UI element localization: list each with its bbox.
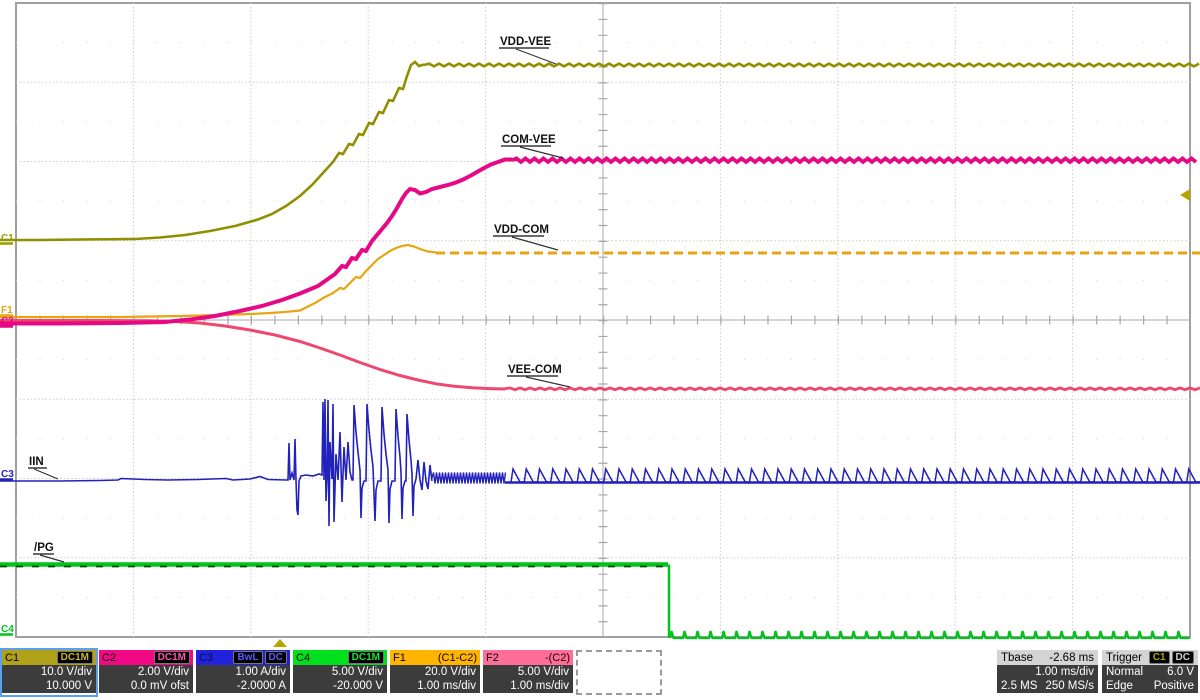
function-f1-id: F1 (393, 652, 406, 664)
svg-text:IIN: IIN (29, 456, 44, 468)
function-f2-expression: -(C2) (545, 652, 570, 664)
channel-box-c3[interactable]: C3 BwL DC 1.00 A/div -2.0000 A (196, 650, 290, 695)
function-box-f1[interactable]: F1 (C1-C2) 20.0 V/div 1.00 ms/div (390, 650, 480, 695)
timebase-rate: 250 MS/s (1045, 679, 1094, 693)
channel-c3-offset: -2.0000 A (200, 679, 286, 693)
function-f2-scale: 5.00 V/div (487, 665, 569, 679)
channel-c3-scale: 1.00 A/div (200, 665, 286, 679)
trigger-kind: Edge (1106, 679, 1133, 693)
channel-c1-coupling-badge: DC1M (57, 651, 93, 664)
channel-box-c2[interactable]: C2 DC1M 2.00 V/div 0.0 mV ofst (99, 650, 193, 695)
timebase-samples: 2.5 MS (1001, 679, 1037, 693)
channel-box-c1[interactable]: C1 DC1M 10.0 V/div 10.000 V (2, 650, 96, 695)
function-f1-timebase: 1.00 ms/div (394, 679, 476, 693)
oscilloscope-screen: VDD-VEE COM-VEE VDD-COM VEE-COM IIN /PG (0, 0, 1200, 700)
waveform-display: VDD-VEE COM-VEE VDD-COM VEE-COM IIN /PG (0, 0, 1200, 648)
edge-marker-c4[interactable]: C4 (0, 624, 14, 635)
channel-c2-scale: 2.00 V/div (103, 665, 189, 679)
timebase-delay: -2.68 ms (1049, 652, 1094, 664)
trigger-level: 6.0 V (1167, 665, 1194, 679)
trigger-mode: Normal (1106, 665, 1143, 679)
channel-c3-dc-badge: DC (265, 651, 287, 664)
channel-c4-scale: 5.00 V/div (297, 665, 383, 679)
trigger-slope: Positive (1154, 679, 1194, 693)
svg-text:VDD-COM: VDD-COM (494, 224, 549, 236)
trigger-source-badge: C1 (1149, 651, 1170, 664)
svg-text:COM-VEE: COM-VEE (502, 134, 556, 146)
channel-c2-id: C2 (102, 652, 116, 664)
timebase-label: Tbase (1001, 652, 1033, 664)
trigger-label: Trigger (1106, 652, 1142, 664)
svg-text:VDD-VEE: VDD-VEE (500, 36, 551, 48)
function-f2-id: F2 (486, 652, 499, 664)
channel-c2-offset: 0.0 mV ofst (103, 679, 189, 693)
trigger-box[interactable]: Trigger C1 DC Normal 6.0 V Edge Positive (1102, 650, 1198, 695)
channel-c4-coupling-badge: DC1M (348, 651, 384, 664)
channel-c3-bwl-badge: BwL (233, 651, 262, 664)
edge-marker-c1[interactable]: C1 (0, 233, 14, 244)
trigger-time-marker[interactable] (273, 639, 287, 647)
empty-trace-slot[interactable] (576, 650, 662, 695)
bottom-status-bar: C1 DC1M 10.0 V/div 10.000 V C2 DC1M 2.00… (0, 648, 1200, 700)
edge-marker-f1[interactable]: F1 (0, 305, 13, 316)
svg-text:VEE-COM: VEE-COM (508, 364, 562, 376)
channel-c1-offset: 10.000 V (6, 679, 92, 693)
function-box-f2[interactable]: F2 -(C2) 5.00 V/div 1.00 ms/div (483, 650, 573, 695)
channel-c3-id: C3 (199, 652, 213, 664)
function-f1-expression: (C1-C2) (438, 652, 477, 664)
timebase-box[interactable]: Tbase -2.68 ms 1.00 ms/div 2.5 MS 250 MS… (997, 650, 1098, 695)
channel-c4-id: C4 (296, 652, 310, 664)
edge-marker-c2[interactable]: C2 (0, 316, 14, 327)
svg-text:/PG: /PG (34, 542, 54, 554)
timebase-per-div: 1.00 ms/div (1035, 665, 1094, 679)
function-f1-scale: 20.0 V/div (394, 665, 476, 679)
edge-marker-c3[interactable]: C3 (0, 469, 14, 480)
channel-c4-offset: -20.000 V (297, 679, 383, 693)
function-f2-timebase: 1.00 ms/div (487, 679, 569, 693)
trigger-coupling-badge: DC (1172, 651, 1194, 664)
channel-c1-scale: 10.0 V/div (6, 665, 92, 679)
channel-c1-id: C1 (5, 652, 19, 664)
channel-c2-coupling-badge: DC1M (154, 651, 190, 664)
channel-box-c4[interactable]: C4 DC1M 5.00 V/div -20.000 V (293, 650, 387, 695)
